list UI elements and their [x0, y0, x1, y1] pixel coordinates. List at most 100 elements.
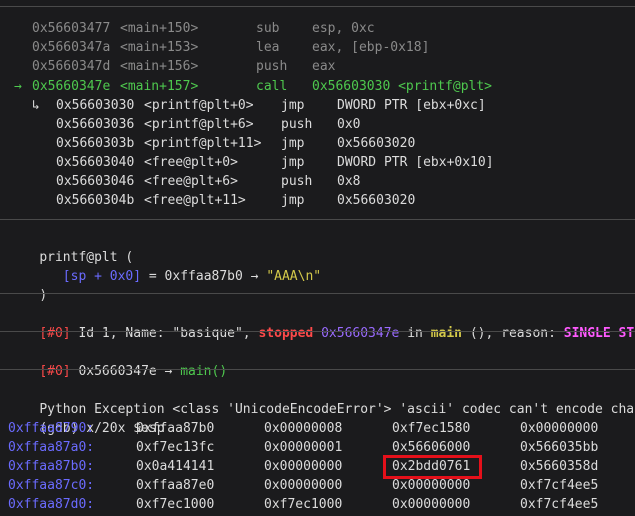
- disasm-operand: 0x8: [337, 174, 361, 189]
- disasm-addr: 0x56603477: [32, 21, 111, 36]
- top-separator: [0, 0, 635, 7]
- disasm-sym: <main+150>: [120, 21, 199, 36]
- trace-line: [#0] 0x5660347e → main(): [8, 343, 227, 379]
- separator: [0, 369, 635, 370]
- disasm-addr: 0x56603040: [56, 155, 135, 170]
- trace-func: main(): [180, 364, 228, 379]
- trace-index: [#0]: [39, 364, 71, 379]
- disasm-line: 0x56603477 <main+150> sub esp, 0xc: [0, 19, 635, 38]
- command-line[interactable]: (gdb) x/20x $esp: [8, 400, 164, 436]
- disasm-arrow: ↳: [32, 98, 40, 113]
- memory-address: 0xffaa8790:: [8, 421, 95, 436]
- disasm-operand: eax, [ebp-0x18]: [312, 40, 430, 55]
- gdb-terminal[interactable]: 0x56603477 <main+150> sub esp, 0xc 0x5660347…: [0, 0, 635, 516]
- disasm-mnemonic: push: [256, 59, 288, 74]
- disasm-operand: 0x56603020: [337, 193, 416, 208]
- trace-addr: 0x5660347e →: [78, 364, 181, 379]
- disasm-operand: 0x0: [337, 117, 361, 132]
- thread-text2: (), reason:: [462, 326, 564, 341]
- disasm-arrow: →: [14, 79, 22, 94]
- disasm-addr: 0x5660304b: [56, 193, 135, 208]
- disasm-operand: DWORD PTR [ebx+0xc]: [337, 98, 486, 113]
- memory-address: 0xffaa87d0:: [8, 497, 95, 512]
- disasm-sym: <free@plt+6>: [144, 174, 238, 189]
- disasm-operand: 0x56603030 <printf@plt>: [312, 79, 493, 94]
- memory-value: 0x5660358d: [520, 459, 599, 474]
- disasm-mnemonic: sub: [256, 21, 280, 36]
- memory-address: 0xffaa87b0:: [8, 459, 95, 474]
- disasm-sym: <free@plt+11>: [144, 193, 246, 208]
- args-close-paren: ): [39, 288, 48, 303]
- memory-value: 0x00000000: [520, 421, 599, 436]
- disasm-target-line: ↳ 0x56603030 <printf@plt+0> jmp DWORD PTR [e…: [0, 96, 635, 115]
- disasm-sym: <free@plt+0>: [144, 155, 238, 170]
- memory-row: 0xffaa87a0: 0xf7ec13fc 0x00000001 0x5660600…: [0, 438, 635, 457]
- thread-state: stopped: [258, 326, 314, 341]
- memory-address: 0xffaa87a0:: [8, 440, 95, 455]
- disasm-addr: 0x5660347d: [32, 59, 111, 74]
- thread-addr: 0x5660347e: [321, 326, 400, 341]
- memory-value: 0x00000001: [264, 440, 343, 455]
- disasm-sym: <printf@plt+11>: [144, 136, 262, 151]
- memory-row: 0xffaa87c0: 0xffaa87e0 0x00000000 0x0000000…: [0, 476, 635, 495]
- memory-value: 0xf7cf4ee5: [520, 478, 599, 493]
- memory-value: 0x00000000: [264, 459, 343, 474]
- disasm-mnemonic: push: [281, 174, 313, 189]
- memory-row: 0xffaa8790: 0xffaa87b0 0x00000008 0xf7ec158…: [0, 419, 635, 438]
- thread-in: in: [399, 326, 431, 341]
- disasm-addr: 0x5660347e: [32, 79, 111, 94]
- disasm-mnemonic: jmp: [281, 193, 305, 208]
- disasm-addr: 0x5660347a: [32, 40, 111, 55]
- args-close: ): [8, 267, 47, 303]
- disasm-target-line: 0x5660303b <printf@plt+11> jmp 0x56603020: [0, 134, 635, 153]
- args-arg0: [sp + 0x0] = 0xffaa87b0 → "AAA\n": [8, 248, 321, 284]
- disasm-mnemonic: jmp: [281, 98, 305, 113]
- memory-value: 0xf7cf4ee5: [520, 497, 599, 512]
- arg-ref: [sp + 0x0]: [62, 269, 142, 284]
- thread-func: main: [430, 326, 462, 341]
- memory-value: 0xf7ec1000: [264, 497, 343, 512]
- memory-value: 0x00000000: [392, 497, 471, 512]
- thread-text: Id 1, Name: "basique",: [70, 326, 259, 341]
- disasm-addr: 0x5660303b: [56, 136, 135, 151]
- args-func: printf@plt (: [8, 229, 133, 265]
- memory-address: 0xffaa87c0:: [8, 478, 95, 493]
- disasm-line: 0x5660347a <main+153> lea eax, [ebp-0x18]: [0, 38, 635, 57]
- memory-value: 0xf7ec13fc: [136, 440, 215, 455]
- disasm-target-line: 0x56603046 <free@plt+6> push 0x8: [0, 172, 635, 191]
- memory-value: 0x00000008: [264, 421, 343, 436]
- disasm-target-line: 0x56603040 <free@plt+0> jmp DWORD PTR [ebx+…: [0, 153, 635, 172]
- disasm-mnemonic: jmp: [281, 155, 305, 170]
- disasm-operand: eax: [312, 59, 336, 74]
- disasm-sym: <printf@plt+6>: [144, 117, 254, 132]
- memory-value: 0x566035bb: [520, 440, 599, 455]
- arg-eq: = 0xffaa87b0 →: [141, 269, 267, 284]
- separator: [0, 293, 635, 294]
- memory-value: 0x0a414141: [136, 459, 215, 474]
- memory-row: 0xffaa87b0: 0x0a414141 0x00000000 0x2bdd076…: [0, 457, 635, 476]
- exception-line: Python Exception <class 'UnicodeEncodeEr…: [8, 381, 635, 417]
- disasm-mnemonic: jmp: [281, 136, 305, 151]
- separator: [0, 219, 635, 220]
- memory-value: 0x00000000: [264, 478, 343, 493]
- thread-index: [#0]: [39, 326, 71, 341]
- disasm-current-line: → 0x5660347e <main+157> call 0x56603030 <pri…: [0, 77, 635, 96]
- threads-line: [#0] Id 1, Name: "basique", stopped 0x56…: [8, 305, 635, 341]
- disasm-sym: <printf@plt+0>: [144, 98, 254, 113]
- memory-value: 0xffaa87b0: [136, 421, 215, 436]
- highlight-box: [383, 455, 482, 479]
- disasm-addr: 0x56603030: [56, 98, 135, 113]
- memory-value: 0xf7ec1000: [136, 497, 215, 512]
- memory-value: 0xf7ec1580: [392, 421, 471, 436]
- disasm-line: 0x5660347d <main+156> push eax: [0, 57, 635, 76]
- memory-row: 0xffaa87d0: 0xf7ec1000 0xf7ec1000 0x0000000…: [0, 495, 635, 514]
- disasm-mnemonic: push: [281, 117, 313, 132]
- disasm-addr: 0x56603036: [56, 117, 135, 132]
- disasm-mnemonic: lea: [256, 40, 280, 55]
- disasm-operand: DWORD PTR [ebx+0x10]: [337, 155, 494, 170]
- separator: [0, 331, 635, 332]
- disasm-sym: <main+153>: [120, 40, 199, 55]
- disasm-target-line: 0x56603036 <printf@plt+6> push 0x0: [0, 115, 635, 134]
- disasm-sym: <main+157>: [120, 79, 199, 94]
- disasm-operand: esp, 0xc: [312, 21, 375, 36]
